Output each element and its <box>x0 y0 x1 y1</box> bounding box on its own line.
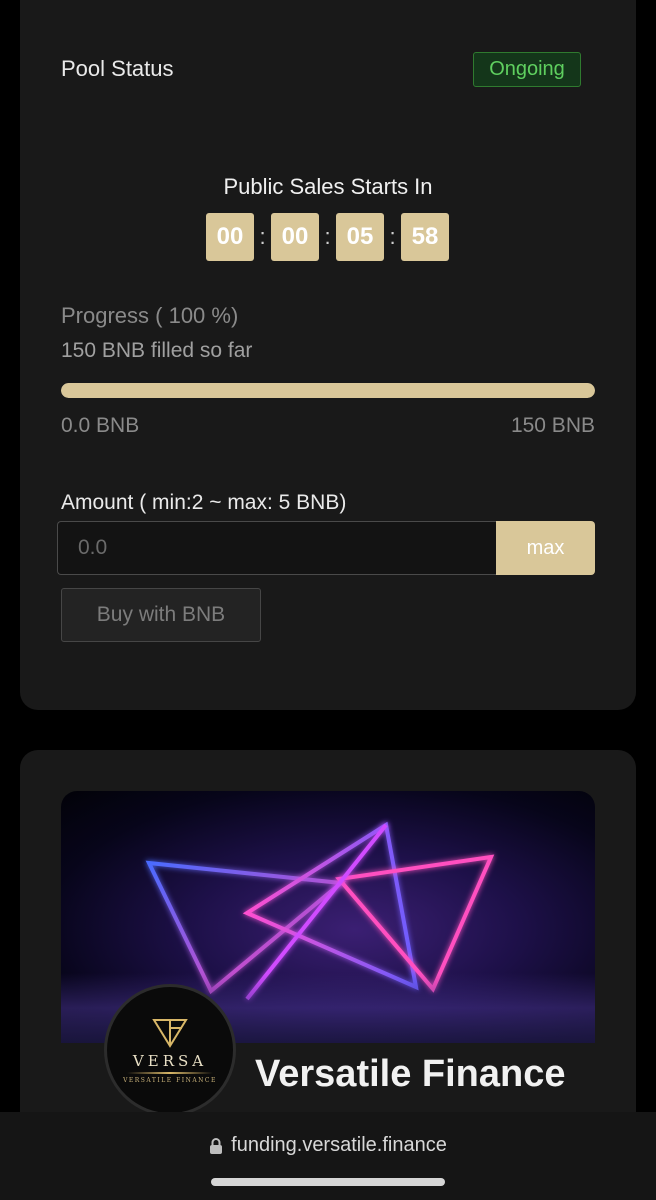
progress-range-max: 150 BNB <box>510 414 595 437</box>
countdown-separator: : <box>324 224 331 249</box>
countdown-separator: : <box>389 224 396 249</box>
project-card: VERSA VERSATILE FINANCE Versatile Financ… <box>20 750 636 1170</box>
browser-url-bar[interactable]: funding.versatile.finance <box>0 1112 656 1200</box>
amount-label: Amount ( min:2 ~ max: 5 BNB) <box>61 491 347 514</box>
logo-divider <box>127 1072 213 1074</box>
pool-status-label: Pool Status <box>61 56 174 81</box>
countdown-separator: : <box>259 224 266 249</box>
countdown-minutes: 05 <box>336 213 384 261</box>
countdown-hours: 00 <box>271 213 319 261</box>
countdown-title: Public Sales Starts In <box>223 174 433 199</box>
progress-range-min: 0.0 BNB <box>61 414 140 437</box>
url-display[interactable]: funding.versatile.finance <box>0 1134 656 1157</box>
countdown-timer: 00 : 00 : 05 : 58 <box>206 213 449 261</box>
home-indicator[interactable] <box>211 1178 445 1186</box>
url-text: funding.versatile.finance <box>231 1134 447 1156</box>
logo-subtitle: VERSATILE FINANCE <box>123 1077 217 1084</box>
progress-bar <box>61 383 595 398</box>
status-badge: Ongoing <box>473 52 581 87</box>
project-logo-avatar: VERSA VERSATILE FINANCE <box>104 984 236 1116</box>
project-name: Versatile Finance <box>255 1053 566 1095</box>
progress-label: Progress ( 100 %) <box>61 303 239 328</box>
filled-amount-label: 150 BNB filled so far <box>61 339 253 362</box>
logo-wordmark: VERSA <box>132 1052 208 1070</box>
page: Pool Status Ongoing Public Sales Starts … <box>0 0 656 1200</box>
max-button[interactable]: max <box>496 521 595 575</box>
pool-card: Pool Status Ongoing Public Sales Starts … <box>20 0 636 710</box>
countdown-seconds: 58 <box>401 213 449 261</box>
buy-with-bnb-button[interactable]: Buy with BNB <box>61 588 261 642</box>
progress-bar-fill <box>61 383 595 398</box>
versa-logo-icon <box>152 1019 188 1048</box>
countdown-days: 00 <box>206 213 254 261</box>
lock-icon <box>210 1137 223 1154</box>
amount-input[interactable] <box>57 521 497 575</box>
